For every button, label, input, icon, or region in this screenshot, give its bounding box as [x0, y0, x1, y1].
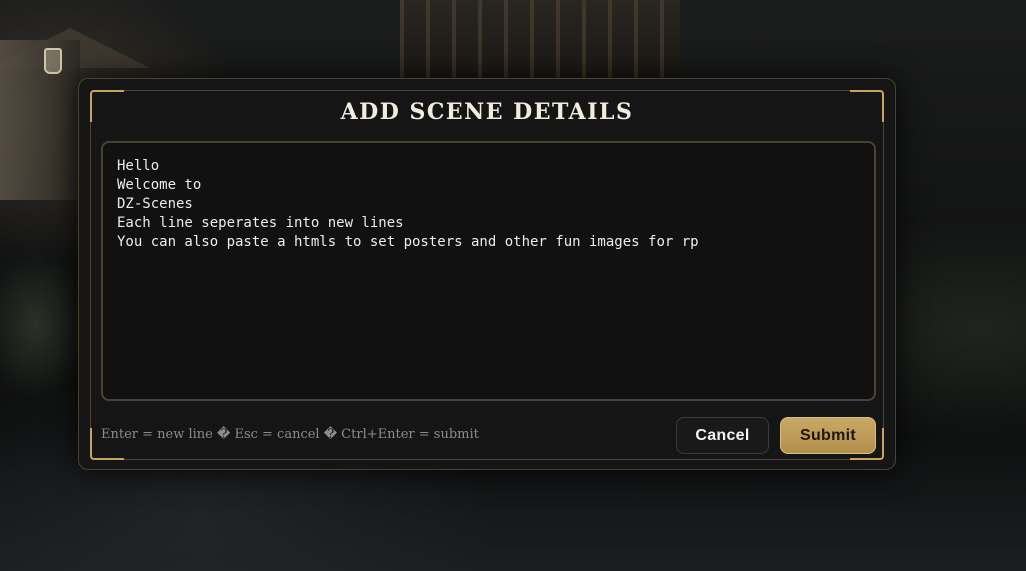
- submit-button[interactable]: Submit: [780, 417, 876, 454]
- scene-details-textarea[interactable]: Hello Welcome to DZ-Scenes Each line sep…: [101, 141, 876, 401]
- cancel-button[interactable]: Cancel: [676, 417, 769, 454]
- house-wall: [0, 40, 80, 200]
- dialog-title: ADD SCENE DETAILS: [340, 99, 634, 125]
- lantern-icon: [44, 48, 62, 74]
- scene-details-dialog: ADD SCENE DETAILS Hello Welcome to DZ-Sc…: [78, 78, 896, 470]
- keyboard-hint: Enter = new line � Esc = cancel � Ctrl+E…: [101, 427, 479, 442]
- porch-railing: [400, 0, 680, 80]
- foliage: [0, 250, 90, 400]
